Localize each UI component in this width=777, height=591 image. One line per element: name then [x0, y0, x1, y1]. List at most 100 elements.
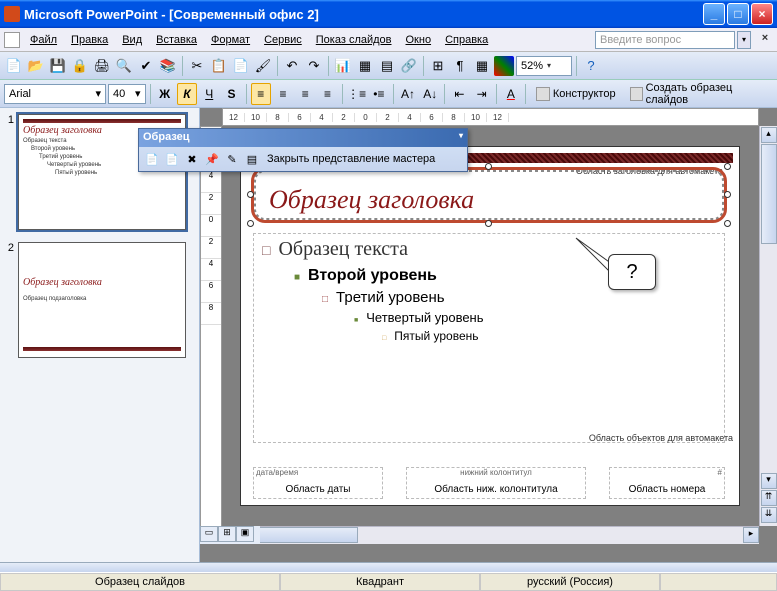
permissions-button[interactable]: 🔒 — [70, 56, 90, 76]
mdi-close-button[interactable]: × — [757, 32, 773, 48]
show-formatting-button[interactable]: ¶ — [450, 56, 470, 76]
close-button[interactable]: × — [751, 3, 773, 25]
print-button[interactable]: 🖨 — [92, 56, 112, 76]
insert-title-master-button[interactable]: 📄 — [163, 150, 181, 168]
date-placeholder[interactable]: дата/время Область даты — [253, 467, 383, 499]
align-center-button[interactable]: ≡ — [273, 83, 293, 105]
menu-file[interactable]: Файл — [24, 32, 63, 48]
horizontal-ruler[interactable]: 12108642024681012 — [222, 108, 759, 126]
open-button[interactable]: 📂 — [26, 56, 46, 76]
insert-slide-master-button[interactable]: 📄 — [143, 150, 161, 168]
menu-help[interactable]: Справка — [439, 32, 494, 48]
chart-button[interactable]: 📊 — [333, 56, 353, 76]
master-floating-toolbar[interactable]: Образец▾ 📄 📄 ✖ 📌 ✎ ▤ Закрыть представлен… — [138, 128, 468, 172]
sorter-view-button[interactable]: ⊞ — [218, 526, 236, 542]
numbered-list-button[interactable]: ⋮≡ — [347, 83, 367, 105]
paste-button[interactable]: 📄 — [231, 56, 251, 76]
decrease-indent-button[interactable]: ⇤ — [449, 83, 469, 105]
body-level-4[interactable]: Четвертый уровень — [354, 310, 716, 325]
italic-button[interactable]: К — [177, 83, 197, 105]
floating-toolbar-title[interactable]: Образец▾ — [139, 129, 467, 147]
save-button[interactable]: 💾 — [48, 56, 68, 76]
font-combo[interactable]: Arial▾ — [4, 84, 106, 104]
scroll-up-button[interactable]: ▴ — [761, 127, 777, 143]
scroll-right-button[interactable]: ▸ — [743, 527, 759, 543]
increase-font-button[interactable]: A↑ — [398, 83, 418, 105]
title-text[interactable]: Образец заголовка — [269, 185, 474, 215]
menu-slideshow[interactable]: Показ слайдов — [310, 32, 398, 48]
cut-button[interactable]: ✂ — [187, 56, 207, 76]
footer-placeholder[interactable]: нижний колонтитул Область ниж. колонтиту… — [406, 467, 586, 499]
zoom-combo[interactable]: 52%▾ — [516, 56, 572, 76]
menu-format[interactable]: Формат — [205, 32, 256, 48]
master-slide[interactable]: Область заголовка для автомакета Образец… — [240, 146, 740, 506]
format-painter-button[interactable]: 🖌 — [253, 56, 273, 76]
slideshow-view-button[interactable]: ▣ — [236, 526, 254, 542]
rename-master-button[interactable]: ✎ — [223, 150, 241, 168]
body-level-3[interactable]: Третий уровень — [322, 289, 716, 306]
bold-button[interactable]: Ж — [155, 83, 175, 105]
scroll-thumb[interactable] — [761, 144, 777, 244]
window-titlebar: Microsoft PowerPoint - [Современный офис… — [0, 0, 777, 28]
document-icon[interactable] — [4, 32, 20, 48]
color-button[interactable] — [494, 56, 514, 76]
minimize-button[interactable]: _ — [703, 3, 725, 25]
number-placeholder[interactable]: # Область номера — [609, 467, 725, 499]
tables-borders-button[interactable]: ▤ — [377, 56, 397, 76]
thumb-slide[interactable]: Образец заголовка Образец подзаголовка — [18, 242, 186, 358]
menu-edit[interactable]: Правка — [65, 32, 114, 48]
font-color-button[interactable]: A — [501, 83, 521, 105]
spellcheck-button[interactable]: ✔ — [136, 56, 156, 76]
dropdown-icon[interactable]: ▾ — [459, 131, 463, 145]
table-button[interactable]: ▦ — [355, 56, 375, 76]
drawing-toolbar — [0, 562, 777, 572]
help-button[interactable]: ? — [581, 56, 601, 76]
align-left-button[interactable]: ≡ — [251, 83, 271, 105]
thumbnail-2[interactable]: 2 Образец заголовка Образец подзаголовка — [0, 236, 199, 364]
menu-tools[interactable]: Сервис — [258, 32, 308, 48]
designer-button[interactable]: Конструктор — [530, 83, 622, 105]
align-right-button[interactable]: ≡ — [295, 83, 315, 105]
delete-master-button[interactable]: ✖ — [183, 150, 201, 168]
view-switcher: ▭ ⊞ ▣ — [200, 526, 260, 544]
vertical-scrollbar[interactable]: ▴ ▾ ⇈ ⇊ — [759, 126, 777, 526]
body-level-5[interactable]: Пятый уровень — [382, 329, 716, 343]
redo-button[interactable]: ↷ — [304, 56, 324, 76]
scroll-down-button[interactable]: ▾ — [761, 473, 777, 489]
help-callout[interactable]: ? — [608, 254, 656, 290]
increase-indent-button[interactable]: ⇥ — [472, 83, 492, 105]
title-placeholder[interactable]: Область заголовка для автомакета Образец… — [251, 167, 727, 223]
vertical-ruler[interactable]: 864202468 — [200, 126, 222, 544]
expand-all-button[interactable]: ⊞ — [428, 56, 448, 76]
master-layout-button[interactable]: ▤ — [243, 150, 261, 168]
menu-insert[interactable]: Вставка — [150, 32, 203, 48]
bullet-list-button[interactable]: •≡ — [369, 83, 389, 105]
shadow-button[interactable]: S — [221, 83, 241, 105]
hyperlink-button[interactable]: 🔗 — [399, 56, 419, 76]
decrease-font-button[interactable]: A↓ — [420, 83, 440, 105]
menu-window[interactable]: Окно — [400, 32, 438, 48]
prev-slide-button[interactable]: ⇈ — [761, 490, 777, 506]
object-area-label: Область объектов для автомакета — [589, 433, 733, 443]
copy-button[interactable]: 📋 — [209, 56, 229, 76]
normal-view-button[interactable]: ▭ — [200, 526, 218, 542]
next-slide-button[interactable]: ⇊ — [761, 507, 777, 523]
status-language[interactable]: русский (Россия) — [480, 573, 660, 591]
close-master-view-button[interactable]: Закрыть представление мастера — [267, 153, 435, 165]
distributed-button[interactable]: ≡ — [317, 83, 337, 105]
undo-button[interactable]: ↶ — [282, 56, 302, 76]
help-dropdown[interactable]: ▾ — [737, 31, 751, 49]
menu-view[interactable]: Вид — [116, 32, 148, 48]
new-master-button[interactable]: Создать образец слайдов — [624, 83, 773, 105]
print-preview-button[interactable]: 🔍 — [114, 56, 134, 76]
new-doc-button[interactable]: 📄 — [4, 56, 24, 76]
font-size-combo[interactable]: 40▾ — [108, 84, 146, 104]
grid-button[interactable]: ▦ — [472, 56, 492, 76]
underline-button[interactable]: Ч — [199, 83, 219, 105]
maximize-button[interactable]: □ — [727, 3, 749, 25]
preserve-master-button[interactable]: 📌 — [203, 150, 221, 168]
research-button[interactable]: 📚 — [158, 56, 178, 76]
horizontal-scrollbar[interactable]: ◂ ▸ — [222, 526, 759, 544]
thumbnails-pane: 1 Образец заголовка Образец текста Второ… — [0, 108, 200, 562]
help-search-input[interactable]: Введите вопрос — [595, 31, 735, 49]
